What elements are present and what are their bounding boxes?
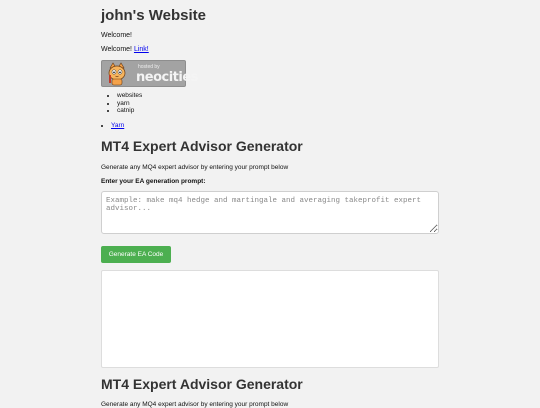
neocities-logo: neocities xyxy=(136,70,198,85)
link-list: Yarn xyxy=(101,122,124,129)
welcome-link[interactable]: Link! xyxy=(134,46,149,53)
site-title: john's Website xyxy=(101,7,206,24)
list-item: catnip xyxy=(117,107,142,115)
prompt-input[interactable] xyxy=(101,191,439,234)
neocities-badge[interactable]: hosted by neocities xyxy=(101,60,198,87)
yarn-link[interactable]: Yarn xyxy=(111,122,124,129)
generator-title-2: MT4 Expert Advisor Generator xyxy=(101,376,303,392)
list-item: websites xyxy=(117,92,142,100)
prompt-label: Enter your EA generation prompt: xyxy=(101,178,206,185)
cat-icon xyxy=(108,62,126,86)
generator-title: MT4 Expert Advisor Generator xyxy=(101,138,303,154)
interest-list: websites yarn catnip xyxy=(107,92,142,115)
welcome-text-2: Welcome! xyxy=(101,46,132,53)
welcome-line: Welcome! Link! xyxy=(101,46,149,53)
output-box xyxy=(101,270,439,368)
generate-ea-button[interactable]: Generate EA Code xyxy=(101,246,171,263)
list-item: Yarn xyxy=(111,122,124,129)
list-item: yarn xyxy=(117,100,142,108)
welcome-text: Welcome! xyxy=(101,32,132,39)
generator-description: Generate any MQ4 expert advisor by enter… xyxy=(101,164,289,171)
